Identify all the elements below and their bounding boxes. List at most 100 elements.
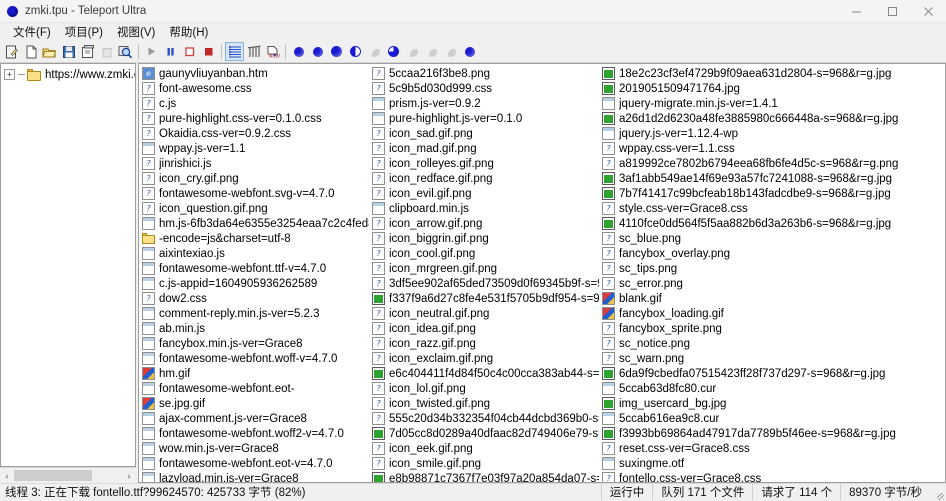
pause-icon[interactable]	[161, 42, 180, 61]
file-row[interactable]: ? a819992ce7802b6794eea68fb6fe4d5c-s=968&…	[599, 156, 945, 171]
file-row[interactable]: lazyload.min.js-ver=Grace8	[139, 471, 369, 482]
file-row[interactable]: blank.gif	[599, 291, 945, 306]
scroll-thumb[interactable]	[14, 470, 92, 481]
list-view-icon[interactable]	[225, 42, 244, 61]
stop-all-icon[interactable]	[199, 42, 218, 61]
file-row[interactable]: ? wppay.css-ver=1.1.css	[599, 141, 945, 156]
file-row[interactable]: pure-highlight.js-ver=0.1.0	[369, 111, 599, 126]
resize-grip-icon[interactable]	[930, 484, 946, 501]
file-row[interactable]: ? font-awesome.css	[139, 81, 369, 96]
file-row[interactable]: fancybox.min.js-ver=Grace8	[139, 336, 369, 351]
file-row[interactable]: fancybox_loading.gif	[599, 306, 945, 321]
file-row[interactable]: ? icon_lol.gif.png	[369, 381, 599, 396]
file-row[interactable]: 4110fce0dd564f5f5aa882b6d3a263b6-s=968&r…	[599, 216, 945, 231]
file-row[interactable]: prism.js-ver=0.9.2	[369, 96, 599, 111]
file-row[interactable]: 5ccab616ea9c8.cur	[599, 411, 945, 426]
file-row[interactable]: ? icon_cry.gif.png	[139, 171, 369, 186]
file-row[interactable]: ? icon_arrow.gif.png	[369, 216, 599, 231]
file-row[interactable]: ajax-comment.js-ver=Grace8	[139, 411, 369, 426]
menu-view[interactable]: 视图(V)	[110, 23, 162, 41]
file-row[interactable]: ? fontawesome-webfont.svg-v=4.7.0	[139, 186, 369, 201]
file-row[interactable]: ? icon_neutral.gif.png	[369, 306, 599, 321]
file-row[interactable]: se.jpg.gif	[139, 396, 369, 411]
file-row[interactable]: ? dow2.css	[139, 291, 369, 306]
file-row[interactable]: ? icon_rolleyes.gif.png	[369, 156, 599, 171]
file-row[interactable]: suxingme.otf	[599, 456, 945, 471]
file-row[interactable]: wppay.js-ver=1.1	[139, 141, 369, 156]
file-row[interactable]: 18e2c23cf3ef4729b9f09aea631d2804-s=968&r…	[599, 66, 945, 81]
file-row[interactable]: ? 555c20d34b332354f04cb44dcbd369b0-s=968&…	[369, 411, 599, 426]
file-row[interactable]: ? pure-highlight.css-ver=0.1.0.css	[139, 111, 369, 126]
file-row[interactable]: ? icon_mad.gif.png	[369, 141, 599, 156]
start-icon[interactable]	[142, 42, 161, 61]
tree-root-item[interactable]: + https://www.zmki.cn/gaunyv	[1, 67, 135, 82]
file-row[interactable]: ? reset.css-ver=Grace8.css	[599, 441, 945, 456]
file-row[interactable]: ? icon_mrgreen.gif.png	[369, 261, 599, 276]
file-row[interactable]: comment-reply.min.js-ver=5.2.3	[139, 306, 369, 321]
close-button[interactable]	[910, 0, 946, 22]
file-row[interactable]: ? icon_question.gif.png	[139, 201, 369, 216]
file-row[interactable]: ? icon_exclaim.gif.png	[369, 351, 599, 366]
minimize-button[interactable]	[838, 0, 874, 22]
file-row[interactable]: f337f9a6d27c8fe4e531f5705b9df954-s=968&r…	[369, 291, 599, 306]
file-row[interactable]: jquery-migrate.min.js-ver=1.4.1	[599, 96, 945, 111]
scroll-right-icon[interactable]: ›	[122, 468, 136, 483]
save-project-icon[interactable]	[59, 42, 78, 61]
scroll-track[interactable]	[14, 469, 122, 482]
new-retrieval-icon[interactable]: NEW	[263, 42, 282, 61]
file-row[interactable]: ab.min.js	[139, 321, 369, 336]
file-row[interactable]: ? fancybox_sprite.png	[599, 321, 945, 336]
open-project-icon[interactable]	[40, 42, 59, 61]
file-row[interactable]: clipboard.min.js	[369, 201, 599, 216]
file-row[interactable]: 2019051509471764.jpg	[599, 81, 945, 96]
file-row[interactable]: 5ccab63d8fc80.cur	[599, 381, 945, 396]
file-row[interactable]: ? c.js	[139, 96, 369, 111]
columns-view-icon[interactable]	[244, 42, 263, 61]
file-row[interactable]: ? Okaidia.css-ver=0.9.2.css	[139, 126, 369, 141]
file-row[interactable]: ? 3df5ee902af65ded73509d0f69345b9f-s=968&…	[369, 276, 599, 291]
maximize-button[interactable]	[874, 0, 910, 22]
file-row[interactable]: e gaunyvliuyanban.htm	[139, 66, 369, 81]
project-tree[interactable]: + https://www.zmki.cn/gaunyv	[0, 63, 136, 467]
file-row[interactable]: ? sc_blue.png	[599, 231, 945, 246]
file-row[interactable]: e8b98871c7367f7e03f97a20a854da07-s=968&r…	[369, 471, 599, 482]
file-row[interactable]: 7b7f41417c99bcfeab18b143fadcdbe9-s=968&r…	[599, 186, 945, 201]
menu-project[interactable]: 项目(P)	[58, 23, 110, 41]
file-row[interactable]: hm.gif	[139, 366, 369, 381]
file-row[interactable]: ? icon_sad.gif.png	[369, 126, 599, 141]
tree-horizontal-scrollbar[interactable]: ‹ ›	[0, 467, 136, 483]
file-row[interactable]: ? icon_idea.gif.png	[369, 321, 599, 336]
file-row[interactable]: ? sc_warn.png	[599, 351, 945, 366]
file-row[interactable]: ? fancybox_overlay.png	[599, 246, 945, 261]
file-row[interactable]: e6c404411f4d84f50c4c00cca383ab44-s=968&r…	[369, 366, 599, 381]
scroll-left-icon[interactable]: ‹	[0, 468, 14, 483]
file-row[interactable]: 7d05cc8d0289a40dfaac82d749406e79-s=968&r…	[369, 426, 599, 441]
file-row[interactable]: c.js-appid=1604905936262589	[139, 276, 369, 291]
file-row[interactable]: ? sc_tips.png	[599, 261, 945, 276]
file-list[interactable]: e gaunyvliuyanban.htm? font-awesome.css? c.…	[138, 63, 946, 483]
file-row[interactable]: 6da9f9cbedfa07515423ff28f737d297-s=968&r…	[599, 366, 945, 381]
file-row[interactable]: 3af1abb549ae14f69e93a57fc7241088-s=968&r…	[599, 171, 945, 186]
file-row[interactable]: wow.min.js-ver=Grace8	[139, 441, 369, 456]
expand-toggle-icon[interactable]: +	[4, 69, 15, 80]
file-row[interactable]: fontawesome-webfont.eot-	[139, 381, 369, 396]
file-row[interactable]: ? 5ccaa216f3be8.png	[369, 66, 599, 81]
file-row[interactable]: ? icon_razz.gif.png	[369, 336, 599, 351]
menu-help[interactable]: 帮助(H)	[162, 23, 215, 41]
project-properties-icon[interactable]	[78, 42, 97, 61]
file-row[interactable]: ? icon_biggrin.gif.png	[369, 231, 599, 246]
file-row[interactable]: ? sc_error.png	[599, 276, 945, 291]
file-row[interactable]: ? icon_smile.gif.png	[369, 456, 599, 471]
edit-project-icon[interactable]	[2, 42, 21, 61]
file-row[interactable]: ? icon_redface.gif.png	[369, 171, 599, 186]
file-row[interactable]: f3993bb69864ad47917da7789b5f46ee-s=968&r…	[599, 426, 945, 441]
file-row[interactable]: ? icon_eek.gif.png	[369, 441, 599, 456]
file-row[interactable]: ? icon_evil.gif.png	[369, 186, 599, 201]
stop-icon[interactable]	[180, 42, 199, 61]
file-row[interactable]: a26d1d2d6230a48fe3885980c666448a-s=968&r…	[599, 111, 945, 126]
file-row[interactable]: ? icon_cool.gif.png	[369, 246, 599, 261]
file-row[interactable]: ? style.css-ver=Grace8.css	[599, 201, 945, 216]
file-row[interactable]: aixintexiao.js	[139, 246, 369, 261]
file-row[interactable]: ? jinrishici.js	[139, 156, 369, 171]
menu-file[interactable]: 文件(F)	[6, 23, 58, 41]
